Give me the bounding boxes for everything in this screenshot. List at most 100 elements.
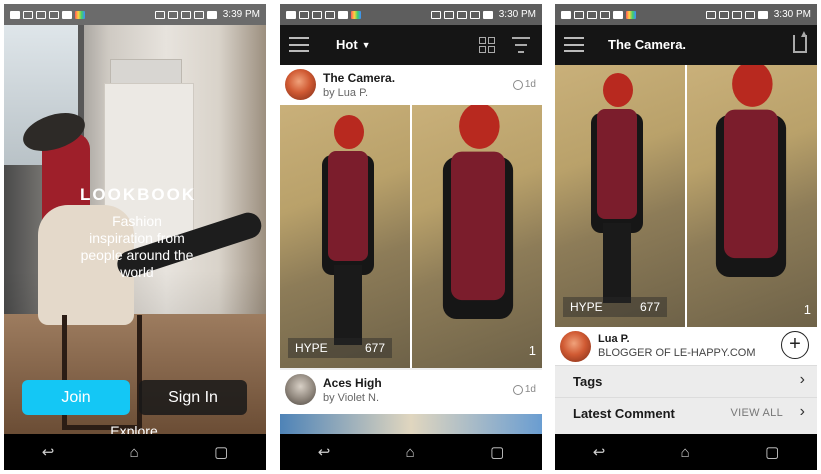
signal-icon: [744, 10, 755, 19]
post-age: 1d: [512, 384, 536, 395]
sim-icon: [180, 10, 191, 19]
battery-icon: [482, 10, 493, 19]
image-icon: [587, 10, 597, 19]
feed-card[interactable]: Aces High by Violet N. 1d: [280, 370, 542, 434]
latest-comment-row[interactable]: Latest Comment VIEW ALL ›: [555, 397, 817, 435]
sort-dropdown[interactable]: Hot ▼: [336, 37, 371, 52]
hype-badge[interactable]: HYPE 677: [563, 297, 667, 317]
app-logo: LOOKBOOK: [80, 185, 197, 204]
screen-splash: 3:39 PM LOOKBOOK Fashion inspiration fro…: [4, 4, 266, 470]
card-header: Aces High by Violet N. 1d: [280, 370, 542, 410]
wifi-icon: [718, 10, 729, 19]
share-icon[interactable]: ▲: [793, 29, 809, 53]
status-bar: 3:30 PM: [555, 4, 817, 25]
status-time: 3:30 PM: [498, 9, 536, 20]
clock-icon: [512, 384, 523, 395]
post-photos[interactable]: HYPE 677 1: [280, 105, 542, 368]
hype-label: HYPE: [295, 341, 328, 355]
post-photo-full[interactable]: HYPE 677: [555, 65, 685, 327]
filter-icon[interactable]: [512, 37, 530, 53]
card-icon: [62, 10, 72, 19]
blogger-name[interactable]: Lua P.: [598, 333, 630, 345]
hamburger-menu-icon[interactable]: [564, 37, 584, 52]
post-photo-closeup[interactable]: 1: [410, 105, 542, 368]
feed-card[interactable]: The Camera. by Lua P. 1d HYPE 677 1: [280, 65, 542, 368]
android-nav-bar: ↩ ⌂ ▢: [4, 434, 266, 470]
sign-in-button[interactable]: Sign In: [139, 380, 247, 415]
avatar[interactable]: [285, 69, 316, 100]
tags-row[interactable]: Tags ›: [555, 365, 817, 397]
signal-icon: [193, 10, 204, 19]
back-notification-icon: [10, 10, 20, 19]
post-author[interactable]: by Violet N.: [323, 392, 379, 404]
avatar[interactable]: [560, 331, 591, 362]
hype-badge[interactable]: HYPE 677: [288, 338, 392, 358]
card-icon: [338, 10, 348, 19]
system-icons: 3:30 PM: [705, 9, 811, 20]
page-title: The Camera.: [608, 37, 687, 52]
card-header: The Camera. by Lua P. 1d: [280, 65, 542, 105]
image-count: 1: [528, 343, 536, 358]
post-photos[interactable]: HYPE 677 1: [555, 65, 817, 327]
app-header: The Camera. ▲: [555, 25, 817, 65]
feed-list[interactable]: The Camera. by Lua P. 1d HYPE 677 1 Aces…: [280, 65, 542, 434]
home-nav-icon[interactable]: ⌂: [406, 445, 415, 460]
signal-icon: [469, 10, 480, 19]
screen-post-detail: 3:30 PM The Camera. ▲ HYPE 677 1 Lua P. …: [555, 4, 817, 470]
image-count: 1: [803, 302, 811, 317]
view-all-link[interactable]: VIEW ALL: [730, 407, 783, 419]
splash-background: LOOKBOOK Fashion inspiration from people…: [4, 25, 266, 439]
grid-view-icon[interactable]: [479, 37, 495, 53]
calendar-icon: [574, 10, 584, 19]
system-icons: 3:30 PM: [430, 9, 536, 20]
hamburger-menu-icon[interactable]: [289, 37, 309, 52]
post-age-text: 1d: [524, 384, 536, 395]
latest-comment-label: Latest Comment: [573, 406, 675, 421]
android-nav-bar: ↩ ⌂ ▢: [280, 434, 542, 470]
post-photo-preview[interactable]: [280, 414, 542, 434]
card-icon: [613, 10, 623, 19]
blogger-info[interactable]: Lua P. BLOGGER OF LE-HAPPY.COM +: [555, 327, 817, 365]
image-icon: [312, 10, 322, 19]
caret-down-icon: ▼: [361, 39, 371, 50]
mail-icon: [49, 10, 59, 19]
vibrate-icon: [154, 10, 165, 19]
wifi-icon: [443, 10, 454, 19]
recents-nav-icon[interactable]: ▢: [490, 445, 504, 460]
avatar[interactable]: [285, 374, 316, 405]
status-time: 3:30 PM: [773, 9, 811, 20]
post-photo-closeup[interactable]: 1: [685, 65, 817, 327]
app-tagline: Fashion inspiration from people around t…: [80, 213, 194, 280]
post-photo-full[interactable]: HYPE 677: [280, 105, 410, 368]
hype-count: 677: [364, 341, 385, 355]
home-nav-icon[interactable]: ⌂: [130, 445, 139, 460]
post-age-text: 1d: [524, 79, 536, 90]
follow-button[interactable]: +: [781, 331, 809, 359]
back-nav-icon[interactable]: ↩: [42, 445, 55, 460]
recents-nav-icon[interactable]: ▢: [765, 445, 779, 460]
app-icon: [351, 10, 361, 19]
chevron-right-icon: ›: [799, 371, 805, 388]
sort-label: Hot: [336, 37, 358, 52]
vibrate-icon: [705, 10, 716, 19]
battery-icon: [757, 10, 768, 19]
join-button[interactable]: Join: [22, 380, 130, 415]
android-nav-bar: ↩ ⌂ ▢: [555, 434, 817, 470]
mail-icon: [325, 10, 335, 19]
blogger-subtitle: BLOGGER OF LE-HAPPY.COM: [598, 347, 756, 359]
status-bar: 3:39 PM: [4, 4, 266, 25]
hype-count: 677: [639, 300, 660, 314]
image-icon: [36, 10, 46, 19]
recents-nav-icon[interactable]: ▢: [214, 445, 228, 460]
home-nav-icon[interactable]: ⌂: [681, 445, 690, 460]
post-title[interactable]: Aces High: [323, 376, 382, 390]
app-icon: [626, 10, 636, 19]
calendar-icon: [23, 10, 33, 19]
back-nav-icon[interactable]: ↩: [318, 445, 331, 460]
post-age: 1d: [512, 79, 536, 90]
back-nav-icon[interactable]: ↩: [593, 445, 606, 460]
chevron-right-icon: ›: [799, 403, 805, 420]
post-title[interactable]: The Camera.: [323, 71, 395, 85]
tags-label: Tags: [573, 374, 603, 389]
post-author[interactable]: by Lua P.: [323, 87, 368, 99]
